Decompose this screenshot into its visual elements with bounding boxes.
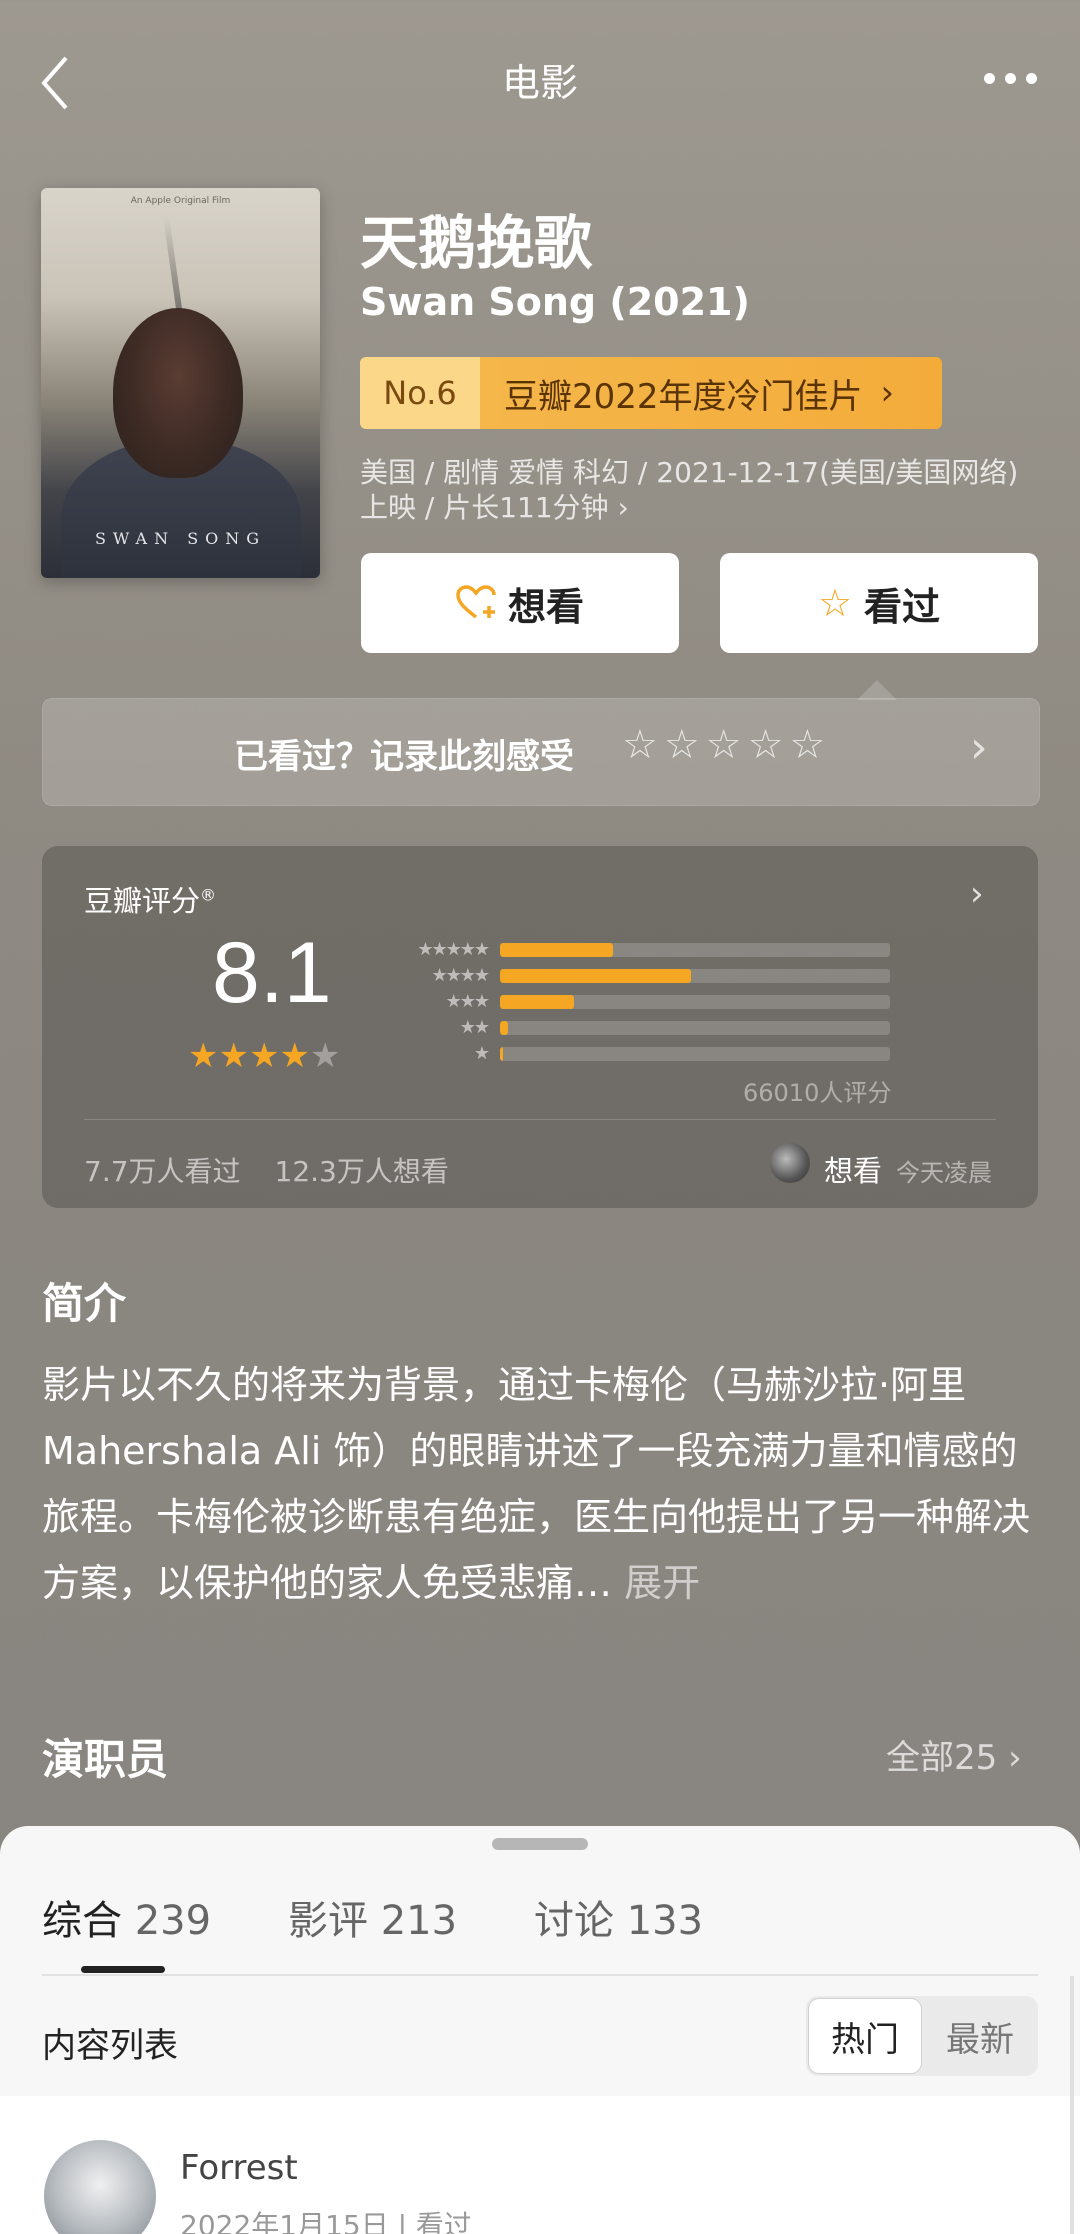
watched-button[interactable]: ☆ 看过 [720,553,1038,653]
more-icon [983,72,995,84]
tab-count: 133 [626,1898,704,1944]
rating-bar-fill [500,1047,504,1061]
poster-title: SWAN SONG [94,529,267,548]
star-outline-icon: ☆ [817,581,853,625]
list-item[interactable] [0,2096,1080,2234]
rating-bar-fill [500,1021,508,1035]
want-label: 想看 [507,584,584,629]
rating-bar-fill [500,995,575,1009]
page-title: 电影 [501,61,578,105]
rating-bar-3-star: ★★★ [386,991,890,1012]
movie-title-cn: 天鹅挽歌 [360,209,593,277]
friend-action: 想看 [824,1154,883,1188]
tab-label: 综合 [42,1898,122,1944]
rating-bar-2-star: ★★ [386,1017,890,1038]
tab-label: 讨论 [534,1898,614,1944]
chevron-right-icon: › [970,722,988,773]
rating-bar-stars: ★★★ [445,991,490,1012]
poster-tagline: An Apple Original Film [130,196,231,206]
star-filled-icon: ★ [218,1036,249,1076]
rating-bar-track [500,1021,890,1035]
rating-bar-1-star: ★ [386,1043,890,1064]
rating-bar-5-star: ★★★★★ [386,939,890,960]
star-empty-icon: ★ [309,1036,341,1076]
sort-new-button[interactable]: 最新 [924,1998,1036,2074]
tab-reviews[interactable]: 影评 213 [288,1888,457,1946]
more-icon-dot [1004,72,1016,84]
star-filled-icon: ★ [188,1036,219,1076]
rank-label-box: 豆瓣2022年度冷门佳片 › [480,357,942,429]
rating-divider [84,1119,996,1120]
rating-label: 豆瓣评分® [84,878,216,920]
annual-rank-badge[interactable]: No.6 豆瓣2022年度冷门佳片 › [360,357,942,429]
star-filled-icon: ★ [248,1036,280,1076]
chevron-right-icon: › [880,373,895,413]
watch-stats: 7.7万人看过 12.3万人想看 [84,1150,449,1190]
record-pointer [857,680,897,700]
scrollbar[interactable] [1070,1976,1074,2234]
rating-bar-stars: ★★★★ [431,965,490,986]
record-feeling-text: 已看过？记录此刻感受 [234,737,574,777]
synopsis-heading: 简介 [42,1279,127,1328]
rating-count: 66010人评分 [743,1079,892,1107]
rating-stars: ★★★★★ [188,1036,340,1076]
cast-all-link[interactable]: 全部25 › [886,1730,1022,1779]
rank-label: 豆瓣2022年度冷门佳片 [504,376,863,417]
tab-count: 239 [134,1898,212,1944]
rate-stars-input[interactable]: ☆☆☆☆☆ [622,722,831,768]
tab-overall[interactable]: 综合 239 [42,1888,211,1946]
wish-count: 12.3万人想看 [274,1155,449,1188]
rating-bar-track [500,969,890,983]
rating-bar-fill [500,969,692,983]
synopsis-body: 影片以不久的将来为背景，通过卡梅伦（马赫沙拉·阿里 Mahershala Ali… [42,1363,1031,1605]
cast-heading: 演职员 [42,1735,169,1784]
tab-label: 影评 [288,1898,368,1944]
watched-count: 7.7万人看过 [84,1155,241,1188]
tab-discussion[interactable]: 讨论 133 [534,1888,703,1946]
chevron-right-icon: › [970,874,984,914]
rating-bar-track [500,943,890,957]
friend-time: 今天凌晨 [896,1159,992,1187]
expand-link[interactable]: 展开 [624,1561,700,1605]
rating-bar-stars: ★ [473,1043,490,1064]
tab-count: 213 [380,1898,458,1944]
username[interactable]: Forrest [180,2148,298,2188]
more-icon-dot [1025,72,1037,84]
rating-bar-stars: ★★ [459,1017,490,1038]
heart-plus-icon [456,585,496,619]
rating-bar-track [500,995,890,1009]
rating-score: 8.1 [212,925,332,1021]
rating-bar-4-star: ★★★★ [386,965,890,986]
seen-label: 看过 [864,584,941,629]
synopsis-text[interactable]: 影片以不久的将来为背景，通过卡梅伦（马赫沙拉·阿里 Mahershala Ali… [42,1352,1042,1616]
rating-bar-stars: ★★★★★ [417,939,490,960]
sort-hot-button[interactable]: 热门 [808,1998,922,2074]
movie-meta[interactable]: 美国 / 剧情 爱情 科幻 / 2021-12-17(美国/美国网络)上映 / … [360,455,1040,525]
post-meta: 2022年1月15日 | 看过 [180,2209,472,2234]
movie-title-en: Swan Song (2021) [360,280,750,324]
want-to-watch-button[interactable]: 想看 [361,553,679,653]
avatar[interactable] [770,1143,810,1183]
active-tab-indicator [81,1966,165,1973]
content-list-heading: 内容列表 [42,2026,178,2066]
registered-mark: ® [200,885,217,905]
tabs-divider [42,1974,1038,1976]
rank-number: No.6 [360,357,480,429]
movie-poster[interactable]: An Apple Original Film SWAN SONG [41,188,320,578]
rating-bar-track [500,1047,890,1061]
sheet-drag-handle[interactable] [492,1838,588,1850]
star-filled-icon: ★ [279,1036,310,1076]
rating-label-text: 豆瓣评分 [84,884,201,918]
poster-art-head [113,308,243,478]
more-menu-button[interactable] [970,56,1050,100]
rating-bar-fill [500,943,614,957]
